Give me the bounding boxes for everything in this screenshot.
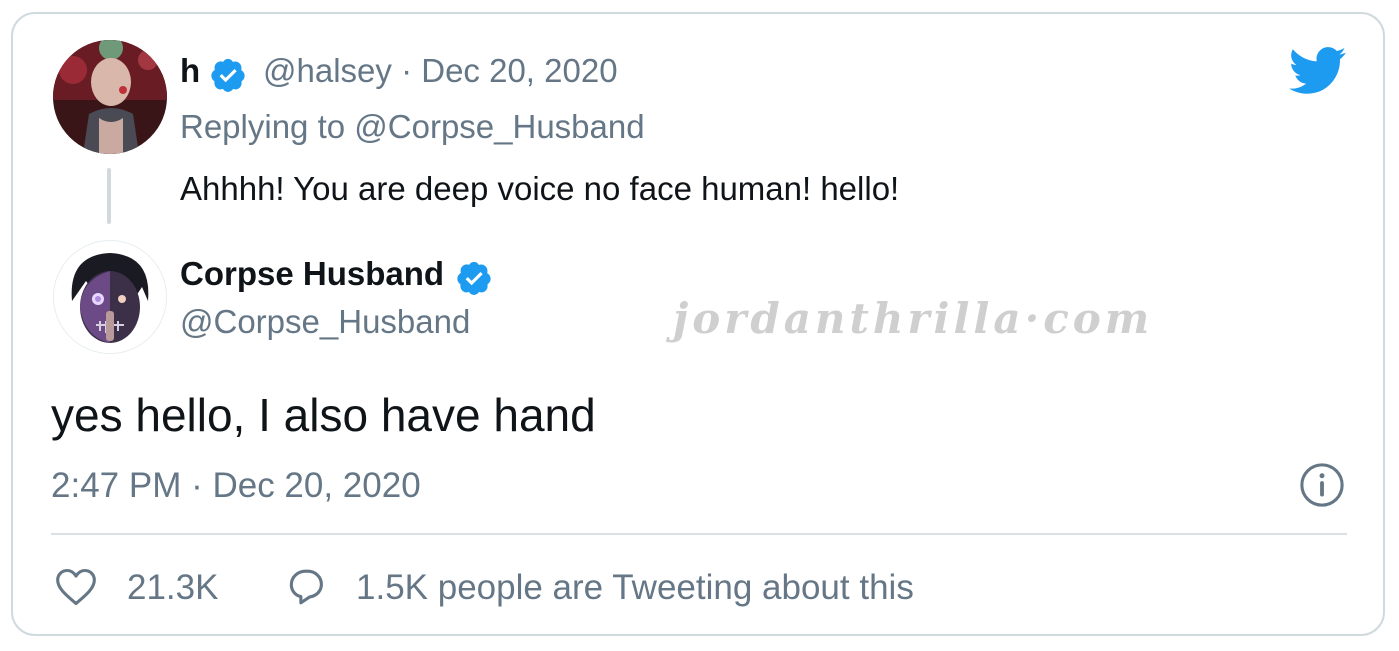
- heart-icon[interactable]: [53, 565, 99, 609]
- tweet-text: yes hello, I also have hand: [51, 389, 596, 441]
- parent-author-name[interactable]: h: [180, 52, 200, 90]
- author-handle[interactable]: @Corpse_Husband: [180, 303, 470, 341]
- verified-badge-icon: [457, 261, 491, 295]
- verified-badge-icon: [211, 58, 245, 92]
- divider: [51, 533, 1347, 535]
- tweet-card: h @halsey · Dec 20, 2020 Replying to @Co…: [11, 12, 1385, 636]
- speech-bubble-icon[interactable]: [283, 565, 329, 609]
- meta-separator: ·: [401, 52, 413, 89]
- info-icon[interactable]: [1299, 462, 1345, 508]
- author-name[interactable]: Corpse Husband: [180, 255, 444, 293]
- replying-to[interactable]: Replying to @Corpse_Husband: [180, 108, 645, 146]
- halsey-avatar[interactable]: [53, 40, 167, 154]
- parent-handle[interactable]: @halsey: [263, 52, 392, 89]
- tweet-timestamp[interactable]: 2:47 PM · Dec 20, 2020: [51, 466, 421, 506]
- corpse-husband-avatar[interactable]: [53, 240, 167, 354]
- parent-tweet-text: Ahhhh! You are deep voice no face human!…: [180, 170, 900, 207]
- thread-line: [107, 168, 111, 224]
- twitter-bird-icon[interactable]: [1289, 46, 1347, 96]
- like-count[interactable]: 21.3K: [127, 568, 218, 608]
- tweeting-about-link[interactable]: 1.5K people are Tweeting about this: [356, 568, 914, 608]
- watermark: jordanthrilla·com: [673, 294, 1154, 343]
- parent-date[interactable]: Dec 20, 2020: [421, 52, 617, 89]
- parent-meta: @halsey · Dec 20, 2020: [263, 52, 618, 90]
